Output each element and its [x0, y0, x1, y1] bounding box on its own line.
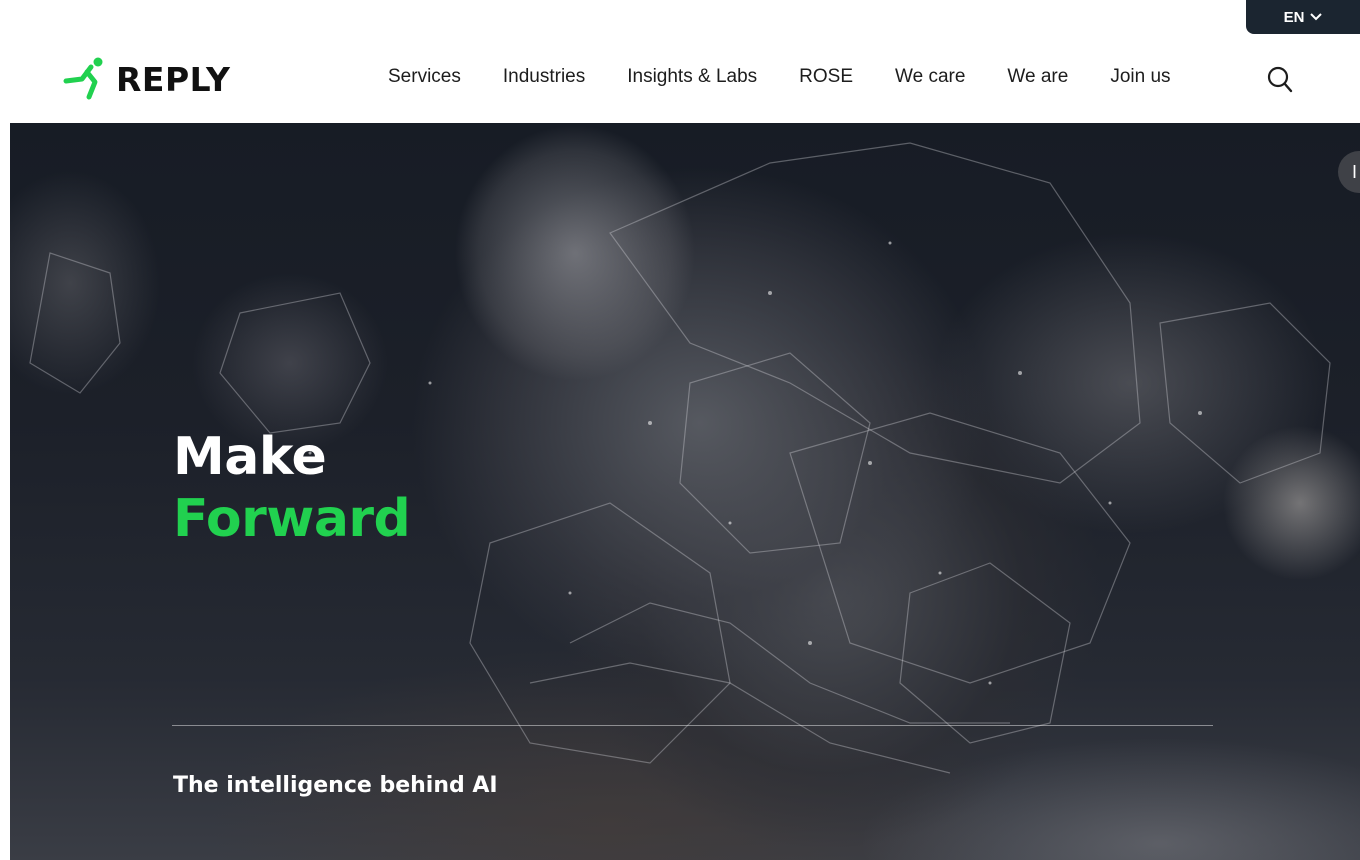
nav-item-insights-labs[interactable]: Insights & Labs [627, 66, 757, 88]
main-nav: Services Industries Insights & Labs ROSE… [388, 62, 1171, 92]
nav-item-we-are[interactable]: We are [1007, 66, 1068, 88]
reply-logo[interactable]: REPLY [62, 54, 230, 104]
hero-divider [172, 725, 1213, 726]
brand-name: REPLY [116, 59, 231, 99]
nav-item-industries[interactable]: Industries [503, 66, 585, 88]
hero-title-forward: Forward [173, 489, 411, 549]
hero-title-make: Make [173, 427, 327, 487]
nav-item-rose[interactable]: ROSE [799, 66, 853, 88]
language-label: EN [1283, 8, 1305, 26]
language-selector[interactable]: EN [1246, 0, 1360, 34]
nav-item-we-care[interactable]: We care [895, 66, 965, 88]
hero-banner: Make Forward The intelligence behind AI … [10, 123, 1360, 860]
site-header: REPLY Services Industries Insights & Lab… [0, 34, 1360, 123]
chevron-down-icon [1310, 13, 1323, 21]
runner-logo-icon [63, 57, 103, 100]
hero-headline: Make Forward [173, 426, 411, 550]
hero-subtitle-link[interactable]: The intelligence behind AI [173, 773, 498, 798]
search-icon[interactable] [1266, 64, 1294, 94]
nav-item-join-us[interactable]: Join us [1110, 66, 1170, 88]
nav-item-services[interactable]: Services [388, 66, 461, 88]
